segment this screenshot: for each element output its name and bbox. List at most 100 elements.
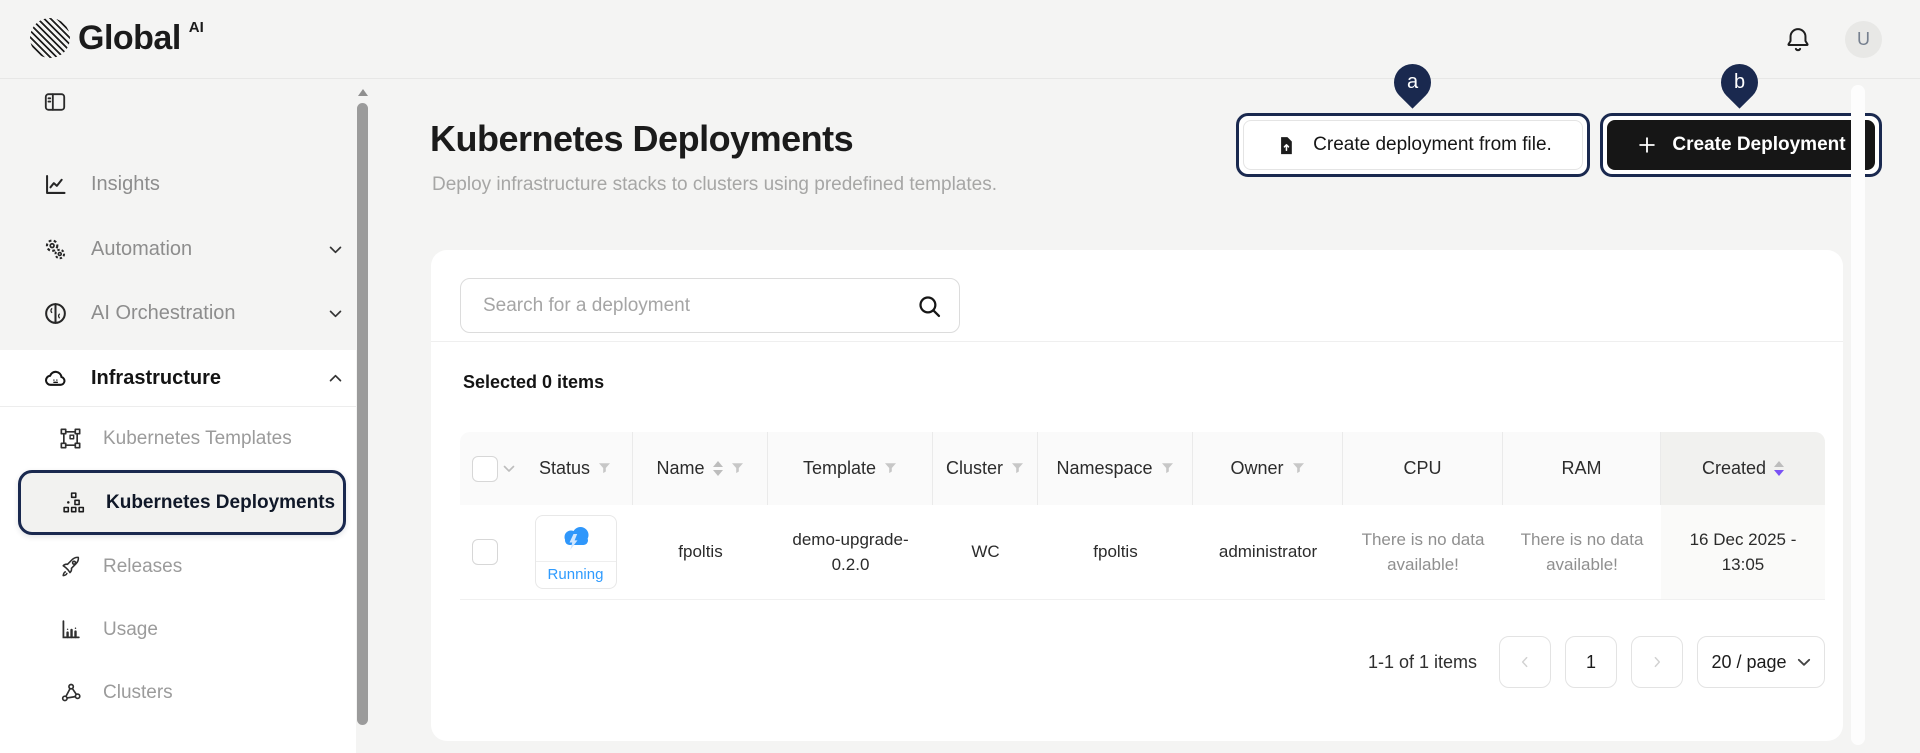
sidebar-item-label: Automation (91, 238, 192, 261)
brand-name: Global (78, 18, 181, 58)
brand-superscript: AI (189, 19, 204, 36)
brand-logo: Global AI (30, 18, 204, 58)
sidebar-item-label: Infrastructure (91, 367, 221, 390)
column-header-template[interactable]: Template (768, 432, 933, 505)
row-checkbox[interactable] (472, 539, 498, 565)
create-deployment-button[interactable]: Create Deployment (1607, 120, 1875, 170)
sidebar-item-label: Kubernetes Templates (103, 428, 292, 450)
sidebar-item-kubernetes-templates[interactable]: Kubernetes Templates (0, 407, 356, 470)
scrollbar-up-arrow-icon[interactable] (358, 89, 368, 96)
sidebar-item-insights[interactable]: Insights (0, 156, 356, 212)
filter-icon[interactable] (1011, 462, 1024, 475)
row-checkbox-cell (460, 505, 518, 599)
releases-rocket-icon (58, 554, 83, 579)
usage-bars-icon (58, 617, 83, 642)
sidebar-item-automation[interactable]: Automation (0, 221, 356, 277)
column-header-namespace[interactable]: Namespace (1038, 432, 1193, 505)
sidebar-item-kubernetes-deployments[interactable]: Kubernetes Deployments (18, 470, 346, 535)
column-label: Name (656, 458, 704, 479)
scrollbar-thumb[interactable] (357, 103, 368, 725)
status-cell: Running (518, 505, 633, 599)
sort-icon-active[interactable] (1774, 461, 1784, 476)
automation-gears-icon (42, 236, 69, 263)
header-checkbox-cell (460, 432, 518, 505)
sidebar-item-usage[interactable]: Usage (0, 598, 356, 661)
search-box (460, 278, 960, 333)
table-row[interactable]: Running fpoltis demo-upgrade-0.2.0 WC fp… (460, 505, 1825, 600)
file-upload-icon (1274, 134, 1297, 157)
filter-icon[interactable] (731, 462, 744, 475)
sidebar-item-clusters[interactable]: Clusters (0, 661, 356, 724)
search-input[interactable] (461, 279, 959, 332)
column-header-name[interactable]: Name (633, 432, 768, 505)
chevron-down-icon[interactable] (327, 305, 344, 322)
deployments-card: Selected 0 items Status (431, 250, 1843, 741)
search-section (431, 250, 1843, 342)
pagination-next-button[interactable] (1631, 636, 1683, 688)
pagination-prev-button[interactable] (1499, 636, 1551, 688)
annotation-pin-a-label: a (1407, 71, 1418, 94)
table-header-row: Status Name Template (460, 432, 1825, 505)
column-label: Namespace (1056, 458, 1152, 479)
chevron-up-icon[interactable] (327, 370, 344, 387)
annotation-box-a: Create deployment from file. (1236, 113, 1590, 177)
owner-cell: administrator (1193, 505, 1343, 599)
sidebar-item-infrastructure[interactable]: Infrastructure (0, 350, 356, 407)
kubernetes-deployments-icon (61, 490, 86, 515)
column-header-created[interactable]: Created (1661, 432, 1825, 505)
sidebar-scrollbar[interactable] (356, 83, 370, 749)
column-label: RAM (1562, 458, 1602, 479)
create-deployment-label: Create Deployment (1672, 134, 1845, 156)
user-avatar[interactable]: U (1845, 21, 1882, 58)
sidebar-item-releases[interactable]: Releases (0, 535, 356, 598)
infrastructure-section: Infrastructure (0, 350, 356, 753)
kubernetes-templates-icon (58, 426, 83, 451)
column-label: Status (539, 458, 590, 479)
name-cell: fpoltis (633, 505, 768, 599)
column-label: CPU (1403, 458, 1441, 479)
brand-logo-icon (30, 18, 70, 58)
column-label: Cluster (946, 458, 1003, 479)
ai-orchestration-brain-icon (42, 300, 69, 327)
create-deployment-from-file-label: Create deployment from file. (1313, 134, 1552, 156)
sidebar-item-label: AI Orchestration (91, 302, 236, 325)
column-header-cluster[interactable]: Cluster (933, 432, 1038, 505)
sort-icon[interactable] (713, 461, 723, 476)
sidebar: Insights Automation (0, 79, 380, 753)
sidebar-item-label: Usage (103, 619, 158, 641)
sidebar-item-label: Insights (91, 173, 160, 196)
page-title: Kubernetes Deployments (430, 118, 853, 160)
infrastructure-cloud-icon (42, 365, 69, 392)
avatar-initial: U (1857, 29, 1870, 50)
filter-icon[interactable] (1161, 462, 1174, 475)
filter-icon[interactable] (884, 462, 897, 475)
select-all-checkbox[interactable] (472, 456, 498, 482)
pagination-page-button[interactable]: 1 (1565, 636, 1617, 688)
status-badge[interactable]: Running (535, 515, 617, 589)
content-scrollbar[interactable] (1851, 85, 1865, 745)
search-icon[interactable] (916, 293, 943, 320)
pagination-page-size-select[interactable]: 20 / page (1697, 636, 1825, 688)
column-label: Owner (1230, 458, 1283, 479)
create-deployment-from-file-button[interactable]: Create deployment from file. (1243, 120, 1583, 170)
clusters-network-icon (58, 680, 83, 705)
column-header-owner[interactable]: Owner (1193, 432, 1343, 505)
namespace-cell: fpoltis (1038, 505, 1193, 599)
insights-chart-icon (42, 171, 69, 198)
sidebar-item-ai-orchestration[interactable]: AI Orchestration (0, 285, 356, 341)
column-label: Template (803, 458, 876, 479)
sidebar-collapse-icon[interactable] (42, 89, 68, 115)
status-text: Running (536, 562, 616, 588)
select-options-chevron-icon[interactable] (503, 465, 515, 473)
created-cell: 16 Dec 2025 - 13:05 (1661, 505, 1825, 599)
topbar: Global AI U (0, 0, 1920, 79)
filter-icon[interactable] (1292, 462, 1305, 475)
column-header-ram[interactable]: RAM (1503, 432, 1661, 505)
notifications-bell-icon[interactable] (1782, 23, 1814, 55)
filter-icon[interactable] (598, 462, 611, 475)
annotation-box-b: Create Deployment (1600, 113, 1882, 177)
chevron-down-icon[interactable] (327, 241, 344, 258)
pagination: 1-1 of 1 items 1 20 / page (1368, 636, 1825, 688)
column-header-status[interactable]: Status (518, 432, 633, 505)
column-header-cpu[interactable]: CPU (1343, 432, 1503, 505)
